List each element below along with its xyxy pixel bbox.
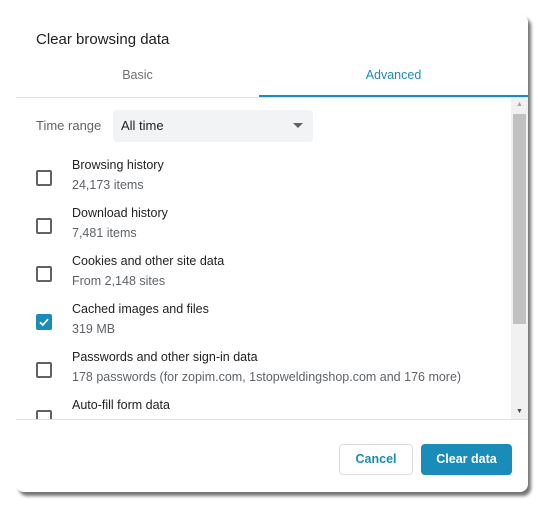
scroll-up-icon[interactable]: ▲ — [511, 98, 528, 112]
option-detail: 24,173 items — [72, 178, 144, 192]
option-label: Browsing history — [72, 158, 164, 172]
cancel-button[interactable]: Cancel — [339, 444, 413, 475]
checkbox[interactable] — [36, 362, 52, 378]
option-cookies[interactable]: Cookies and other site data From 2,148 s… — [36, 254, 506, 298]
option-label: Passwords and other sign-in data — [72, 350, 258, 364]
checkbox-checked[interactable] — [36, 314, 52, 330]
tab-basic[interactable]: Basic — [16, 67, 259, 95]
checkbox[interactable] — [36, 410, 52, 419]
checkbox[interactable] — [36, 266, 52, 282]
option-passwords[interactable]: Passwords and other sign-in data 178 pas… — [36, 350, 506, 394]
tab-bar: Basic Advanced — [16, 67, 528, 98]
advanced-options-panel: Time range All time Browsing history 24,… — [16, 98, 528, 420]
scrollbar-thumb[interactable] — [513, 114, 526, 324]
option-browsing-history[interactable]: Browsing history 24,173 items — [36, 158, 506, 202]
dialog-title: Clear browsing data — [36, 31, 170, 48]
time-range-select[interactable]: All time — [113, 110, 313, 142]
clear-browsing-data-dialog: Clear browsing data Basic Advanced Time … — [16, 14, 528, 492]
option-detail: 178 passwords (for zopim.com, 1stopweldi… — [72, 370, 462, 384]
option-cached-images[interactable]: Cached images and files 319 MB — [36, 302, 506, 346]
clear-data-button[interactable]: Clear data — [421, 444, 512, 475]
option-detail: 7,481 items — [72, 226, 137, 240]
option-detail: From 2,148 sites — [72, 274, 166, 288]
tab-advanced[interactable]: Advanced — [259, 67, 528, 97]
option-label: Cached images and files — [72, 302, 209, 316]
time-range-label: Time range — [36, 118, 102, 133]
option-label: Auto-fill form data — [72, 398, 170, 412]
scrollbar[interactable]: ▲ ▼ — [511, 98, 528, 419]
option-label: Cookies and other site data — [72, 254, 225, 268]
option-detail: 319 MB — [72, 322, 116, 336]
dropdown-arrow-icon — [293, 123, 303, 128]
time-range-value: All time — [121, 118, 164, 133]
checkbox[interactable] — [36, 170, 52, 186]
option-download-history[interactable]: Download history 7,481 items — [36, 206, 506, 250]
checkmark-icon — [39, 318, 49, 327]
option-label: Download history — [72, 206, 168, 220]
option-autofill[interactable]: Auto-fill form data — [36, 398, 506, 419]
checkbox[interactable] — [36, 218, 52, 234]
scroll-down-icon[interactable]: ▼ — [511, 405, 528, 419]
